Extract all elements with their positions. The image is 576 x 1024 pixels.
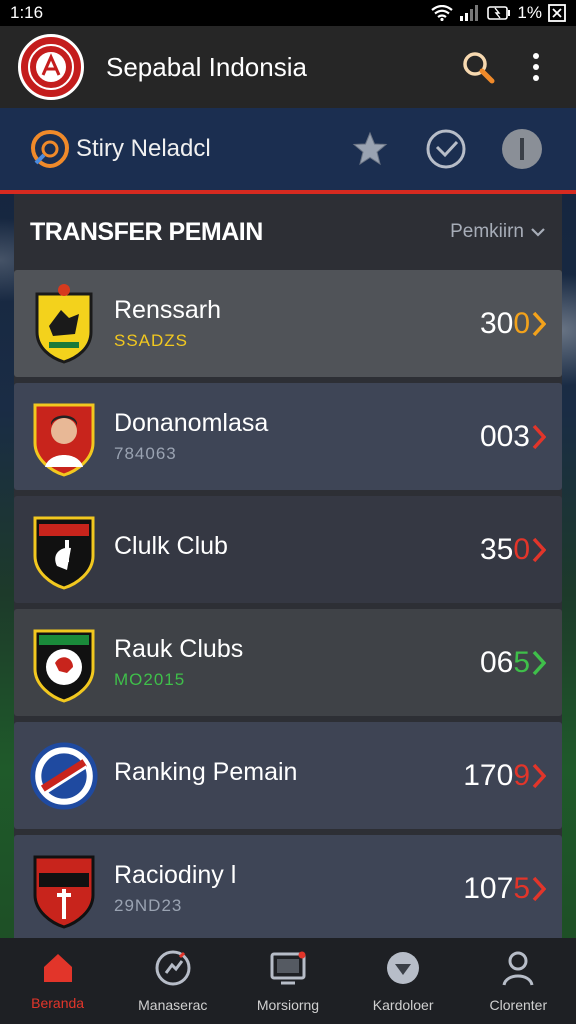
list-item[interactable]: Renssarh SSADZS 300 bbox=[14, 270, 562, 377]
value-accent: 0 bbox=[513, 532, 530, 566]
bottom-navigation: Beranda Manaserac Morsiorng Kardoloer Cl… bbox=[0, 938, 576, 1024]
chevron-right-icon bbox=[532, 876, 546, 901]
ranking-title: Ranking Pemain bbox=[114, 758, 298, 786]
value-main: 003 bbox=[479, 419, 530, 453]
value-main: 170 bbox=[463, 758, 514, 792]
value-main: 35 bbox=[479, 532, 514, 566]
transfer-value: 003 bbox=[480, 420, 530, 454]
list-item[interactable]: Ranking Pemain 1709 bbox=[14, 722, 562, 829]
home-icon bbox=[43, 954, 72, 982]
chevron-down-icon bbox=[531, 228, 545, 237]
filter-label: Pemkiirn bbox=[450, 221, 524, 242]
club-name: Rauk Clubs bbox=[114, 635, 244, 663]
club-name: Renssarh bbox=[114, 296, 221, 324]
club-code: SSADZS bbox=[114, 331, 189, 350]
chevron-right-icon bbox=[532, 311, 546, 336]
search-button[interactable] bbox=[456, 45, 500, 89]
value-accent: 5 bbox=[513, 645, 530, 679]
nav-label: Morsiorng bbox=[256, 997, 320, 1013]
shield-logo-icon[interactable] bbox=[30, 129, 70, 169]
player-code: 784063 bbox=[114, 444, 177, 463]
player-badge-icon bbox=[30, 397, 98, 477]
verify-button[interactable] bbox=[422, 125, 470, 173]
app-title: Sepabal Indonsia bbox=[106, 51, 307, 82]
transfer-value: 350 bbox=[480, 533, 530, 567]
transfer-value: 065 bbox=[480, 646, 530, 680]
club-name: Clulk Club bbox=[114, 532, 228, 560]
transfer-panel: TRANSFER PEMAIN Pemkiirn Renssarh SSADZS… bbox=[14, 194, 562, 942]
nav-item-kardoloer[interactable]: Kardoloer bbox=[346, 949, 461, 1013]
star-icon bbox=[352, 131, 388, 166]
favorite-button[interactable] bbox=[346, 125, 394, 173]
battery-percent: 1% bbox=[517, 3, 542, 22]
chevron-right-icon bbox=[532, 650, 546, 675]
signal-icon bbox=[460, 5, 479, 21]
section-header: TRANSFER PEMAIN Pemkiirn bbox=[14, 194, 562, 270]
nav-item-clorenter[interactable]: Clorenter bbox=[461, 949, 576, 1013]
more-button[interactable] bbox=[514, 45, 558, 89]
check-circle-icon bbox=[426, 129, 466, 169]
transfer-list: Renssarh SSADZS 300 Donanomlasa 784063 0… bbox=[14, 270, 562, 948]
battery-icon bbox=[487, 6, 511, 20]
transfer-value: 1709 bbox=[463, 759, 530, 793]
club-code: MO2015 bbox=[114, 670, 186, 689]
list-item[interactable]: Raciodiny l 29ND23 1075 bbox=[14, 835, 562, 942]
wifi-icon bbox=[431, 5, 454, 21]
transfer-value: 1075 bbox=[463, 872, 530, 906]
club-crest-logo[interactable] bbox=[18, 34, 84, 100]
transfer-value: 300 bbox=[480, 307, 530, 341]
value-accent: 0 bbox=[513, 306, 530, 340]
nav-label: Clorenter bbox=[489, 997, 548, 1013]
player-name: Donanomlasa bbox=[114, 409, 269, 437]
section-title: TRANSFER PEMAIN bbox=[30, 217, 263, 246]
list-item[interactable]: Clulk Club 350 bbox=[14, 496, 562, 603]
status-bar: 1:16 1% bbox=[0, 0, 576, 26]
club-crest-icon bbox=[30, 849, 98, 929]
club-code: 29ND23 bbox=[114, 896, 183, 915]
list-item[interactable]: Rauk Clubs MO2015 065 bbox=[14, 609, 562, 716]
sync-icon bbox=[155, 950, 191, 986]
status-time: 1:16 bbox=[10, 3, 44, 22]
more-vert-icon bbox=[533, 53, 539, 81]
club-crest-icon bbox=[30, 510, 98, 590]
ranking-badge-icon bbox=[30, 736, 98, 816]
value-main: 30 bbox=[479, 306, 514, 340]
value-accent: 9 bbox=[513, 758, 530, 792]
club-crest-icon bbox=[30, 623, 98, 703]
club-name: Raciodiny l bbox=[114, 861, 237, 889]
value-main: 107 bbox=[463, 871, 514, 905]
app-bar: Sepabal Indonsia bbox=[0, 26, 576, 108]
info-circle-icon bbox=[502, 129, 542, 169]
filter-dropdown[interactable]: Pemkiirn bbox=[450, 221, 546, 243]
value-accent: 5 bbox=[513, 871, 530, 905]
nav-label: Manaserac bbox=[138, 997, 208, 1013]
nav-label: Kardoloer bbox=[372, 997, 434, 1013]
value-main: 06 bbox=[479, 645, 514, 679]
monitor-icon bbox=[270, 951, 306, 985]
search-icon bbox=[463, 52, 495, 84]
nav-item-beranda[interactable]: Beranda bbox=[0, 951, 115, 1011]
sub-header: Stiry Neladcl bbox=[0, 108, 576, 194]
club-crest-icon bbox=[30, 283, 98, 364]
nav-item-manaserac[interactable]: Manaserac bbox=[115, 949, 230, 1013]
chevron-right-icon bbox=[532, 537, 546, 562]
nav-item-morsiorng[interactable]: Morsiorng bbox=[230, 949, 345, 1013]
shield-check-icon bbox=[387, 952, 420, 984]
person-icon bbox=[502, 951, 534, 986]
sub-header-title: Stiry Neladcl bbox=[76, 135, 211, 162]
nav-label: Beranda bbox=[31, 995, 85, 1011]
chevron-right-icon bbox=[532, 424, 546, 449]
chevron-right-icon bbox=[532, 763, 546, 788]
list-item[interactable]: Donanomlasa 784063 003 bbox=[14, 383, 562, 490]
info-button[interactable] bbox=[498, 125, 546, 173]
close-box-icon bbox=[548, 4, 566, 22]
